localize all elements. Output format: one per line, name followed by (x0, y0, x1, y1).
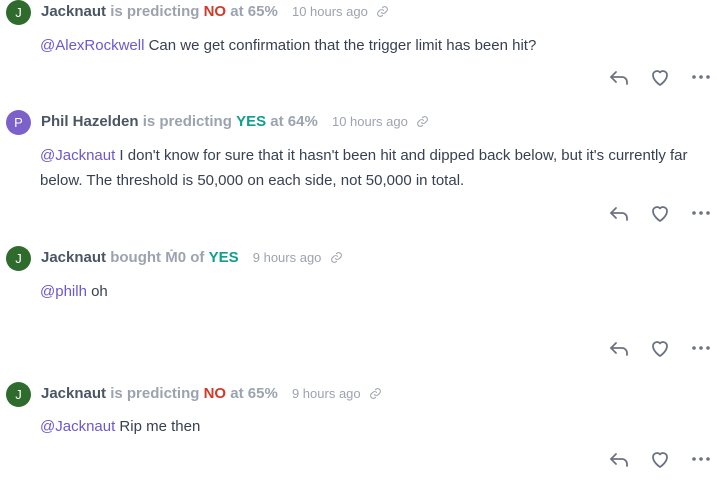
action-preposition: at (230, 3, 244, 20)
reply-icon[interactable] (607, 336, 631, 360)
comment-actions (605, 447, 715, 471)
action-preposition: at (230, 385, 244, 402)
timestamp[interactable]: 10 hours ago (292, 4, 368, 19)
comment-body: @Jacknaut Rip me then (40, 414, 690, 439)
author-name[interactable]: Jacknaut (41, 385, 106, 402)
timestamp[interactable]: 9 hours ago (253, 250, 322, 265)
more-dots-icon[interactable] (689, 65, 713, 89)
more-dots-icon[interactable] (689, 447, 713, 471)
bet-amount: Ṁ0 (165, 249, 187, 266)
comment-header: Jacknaut is predicting NO at 65% 9 hours… (41, 385, 382, 404)
link-icon[interactable] (376, 5, 389, 22)
user-mention[interactable]: @AlexRockwell (40, 37, 144, 54)
action-verb: is predicting (110, 3, 200, 20)
action-preposition: of (190, 249, 205, 266)
avatar[interactable]: P (6, 110, 31, 135)
prediction-outcome: NO (203, 385, 227, 402)
heart-icon[interactable] (648, 447, 672, 471)
comment-actions (605, 336, 715, 360)
user-mention[interactable]: @Jacknaut (40, 418, 115, 435)
user-mention[interactable]: @philh (40, 283, 87, 300)
comment-text: Rip me then (115, 418, 201, 435)
heart-icon[interactable] (648, 336, 672, 360)
comment-text: I don't know for sure that it hasn't bee… (40, 147, 688, 189)
prediction-value: 65% (247, 3, 278, 20)
action-preposition: at (270, 113, 284, 130)
timestamp[interactable]: 9 hours ago (292, 386, 361, 401)
heart-icon[interactable] (648, 65, 672, 89)
prediction-value: 64% (287, 113, 318, 130)
comment-actions (605, 65, 715, 89)
user-mention[interactable]: @Jacknaut (40, 147, 115, 164)
action-verb: bought (110, 249, 162, 266)
heart-icon[interactable] (648, 201, 672, 225)
action-verb: is predicting (110, 385, 200, 402)
link-icon[interactable] (416, 115, 429, 132)
comment-body: @philh oh (40, 279, 690, 304)
avatar[interactable]: J (6, 0, 31, 25)
comment-header: Jacknaut bought Ṁ0 of YES 9 hours ago (41, 249, 343, 268)
comment-body: @Jacknaut I don't know for sure that it … (40, 143, 690, 193)
prediction-outcome: NO (203, 3, 227, 20)
prediction-value: 65% (247, 385, 278, 402)
comment-actions (605, 201, 715, 225)
action-verb: is predicting (142, 113, 232, 130)
reply-icon[interactable] (607, 201, 631, 225)
avatar[interactable]: J (6, 382, 31, 407)
avatar[interactable]: J (6, 246, 31, 271)
more-dots-icon[interactable] (689, 336, 713, 360)
link-icon[interactable] (330, 251, 343, 268)
reply-icon[interactable] (607, 447, 631, 471)
comment-body: @AlexRockwell Can we get confirmation th… (40, 33, 690, 58)
comment-text: oh (86, 283, 108, 300)
prediction-outcome: YES (208, 249, 239, 266)
comment-header: Jacknaut is predicting NO at 65% 10 hour… (41, 3, 389, 22)
author-name[interactable]: Jacknaut (41, 3, 106, 20)
author-name[interactable]: Jacknaut (41, 249, 106, 266)
timestamp[interactable]: 10 hours ago (332, 114, 408, 129)
prediction-outcome: YES (236, 113, 267, 130)
author-name[interactable]: Phil Hazelden (41, 113, 139, 130)
comment-header: Phil Hazelden is predicting YES at 64% 1… (41, 113, 429, 132)
more-dots-icon[interactable] (689, 201, 713, 225)
reply-icon[interactable] (607, 65, 631, 89)
link-icon[interactable] (369, 387, 382, 404)
comment-text: Can we get confirmation that the trigger… (144, 37, 537, 54)
